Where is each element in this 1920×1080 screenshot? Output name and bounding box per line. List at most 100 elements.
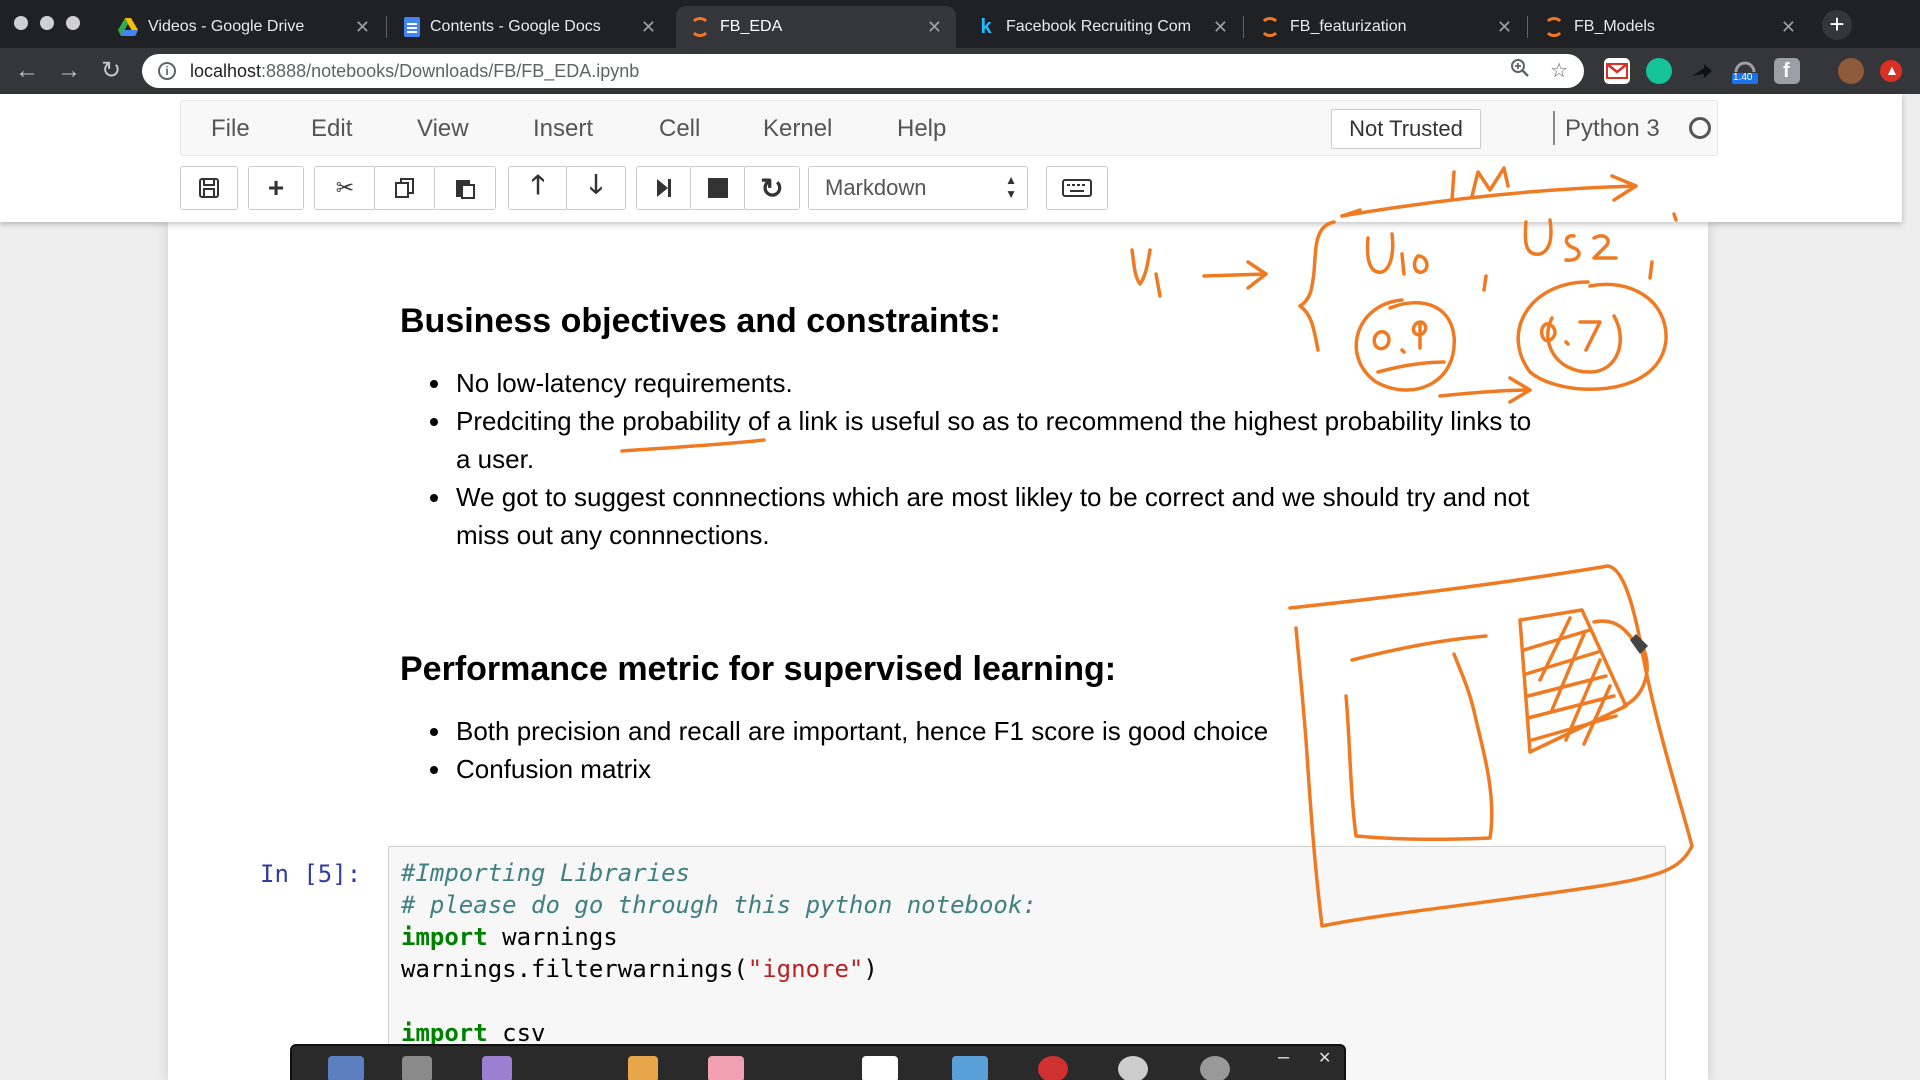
window-minimize-button[interactable] — [40, 16, 54, 30]
minimize-toolbar-icon[interactable]: – — [1278, 1046, 1289, 1069]
google-drive-icon — [118, 18, 138, 36]
window-close-button[interactable] — [14, 16, 28, 30]
code-keyword: import — [401, 1019, 488, 1047]
line-tool-icon[interactable] — [952, 1056, 988, 1080]
jupyter-header: File Edit View Insert Cell Kernel Help N… — [0, 94, 1902, 222]
browser-tab-strip: Videos - Google Drive ✕ Contents - Googl… — [0, 0, 1920, 48]
browser-tab-fb-eda[interactable]: FB_EDA ✕ — [676, 6, 956, 48]
code-comment: #Importing Libraries — [401, 859, 690, 887]
tab-title: FB_featurization — [1290, 18, 1407, 35]
share-extension-icon[interactable] — [1688, 58, 1714, 84]
list-item: Confusion matrix — [429, 750, 1268, 788]
tab-title: Facebook Recruiting Com — [1006, 18, 1191, 35]
move-cell-down-button[interactable]: 🡓 — [566, 166, 626, 210]
menu-kernel[interactable]: Kernel — [763, 115, 832, 143]
run-cell-button[interactable] — [636, 166, 692, 210]
code-module: warnings — [487, 923, 618, 951]
window-maximize-button[interactable] — [66, 16, 80, 30]
color-picker-icon[interactable] — [1038, 1056, 1068, 1080]
save-button[interactable] — [180, 166, 238, 210]
code-keyword: import — [401, 923, 488, 951]
code-string: "ignore" — [747, 955, 864, 983]
menu-insert[interactable]: Insert — [533, 115, 593, 143]
menu-help[interactable]: Help — [897, 115, 946, 143]
url-host: localhost — [190, 60, 262, 81]
list-item: We got to suggest connnections which are… — [429, 478, 1531, 516]
tab-close-icon[interactable]: ✕ — [927, 17, 942, 38]
update-icon[interactable]: ▲ — [1880, 60, 1902, 82]
stop-icon — [708, 178, 728, 198]
cell-type-select[interactable]: Markdown ▲ ▼ — [808, 166, 1028, 210]
arrow-up-icon: 🡑 — [531, 169, 545, 199]
code-comment: # please do go through this python noteb… — [401, 891, 1037, 919]
tab-separator — [1243, 16, 1244, 38]
code-call: warnings.filterwarnings( — [401, 955, 748, 983]
site-info-icon[interactable]: i — [158, 62, 176, 80]
address-bar[interactable]: i localhost :8888/notebooks/Downloads/FB… — [142, 54, 1584, 88]
profile-avatar[interactable] — [1838, 58, 1864, 84]
list-item: Predciting the probability of a link is … — [429, 402, 1531, 440]
arrow-down-icon: 🡓 — [589, 169, 603, 199]
not-trusted-button[interactable]: Not Trusted — [1331, 109, 1481, 149]
eraser-tool-icon[interactable] — [708, 1056, 744, 1080]
screenshot-tool-icon[interactable] — [402, 1056, 432, 1080]
menu-cell[interactable]: Cell — [659, 115, 700, 143]
menu-view[interactable]: View — [417, 115, 469, 143]
kernel-separator — [1553, 111, 1555, 145]
tab-close-icon[interactable]: ✕ — [641, 17, 656, 38]
jupyter-icon — [1544, 17, 1564, 37]
browser-toolbar: ← → ↻ i localhost :8888/notebooks/Downlo… — [0, 48, 1920, 94]
settings-gear-icon[interactable] — [1200, 1056, 1230, 1080]
interrupt-kernel-button[interactable] — [690, 166, 746, 210]
drawing-toolbar: – ✕ — [290, 1044, 1346, 1080]
menu-file[interactable]: File — [211, 115, 250, 143]
new-tab-button[interactable]: + — [1822, 10, 1852, 40]
tab-separator — [386, 16, 387, 38]
tab-close-icon[interactable]: ✕ — [1213, 17, 1228, 38]
step-forward-icon — [657, 179, 671, 197]
paste-button[interactable] — [434, 166, 496, 210]
back-icon[interactable]: ← — [12, 56, 42, 86]
list-item: Both precision and recall are important,… — [429, 712, 1268, 750]
close-toolbar-icon[interactable]: ✕ — [1318, 1048, 1331, 1068]
insert-cell-button[interactable]: + — [248, 166, 304, 210]
copy-button[interactable] — [374, 166, 436, 210]
google-docs-icon — [404, 17, 420, 37]
highlighter-tool-icon[interactable] — [482, 1056, 512, 1080]
zoom-icon[interactable] — [1510, 58, 1530, 84]
reload-icon[interactable]: ↻ — [96, 56, 126, 86]
restart-kernel-button[interactable]: ↻ — [744, 166, 800, 210]
tab-close-icon[interactable]: ✕ — [355, 17, 370, 38]
speed-extension-icon[interactable]: 1.40 — [1730, 58, 1760, 84]
section-title-business: Business objectives and constraints: — [400, 302, 1001, 340]
tab-close-icon[interactable]: ✕ — [1497, 17, 1512, 38]
forward-icon[interactable]: → — [54, 56, 84, 86]
kernel-name: Python 3 — [1565, 115, 1660, 142]
refresh-icon: ↻ — [760, 172, 784, 204]
stroke-width-icon[interactable] — [1118, 1056, 1148, 1080]
bookmark-star-icon[interactable]: ☆ — [1550, 58, 1568, 84]
performance-metric-list: Both precision and recall are important,… — [429, 712, 1268, 788]
whiteboard-tool-icon[interactable] — [862, 1056, 898, 1080]
notebook-page: Business objectives and constraints: No … — [168, 222, 1708, 1080]
command-palette-button[interactable] — [1046, 166, 1108, 210]
cut-button[interactable]: ✂ — [314, 166, 376, 210]
tab-close-icon[interactable]: ✕ — [1781, 17, 1796, 38]
menu-edit[interactable]: Edit — [311, 115, 352, 143]
browser-tab-drive[interactable]: Videos - Google Drive ✕ — [104, 6, 384, 48]
select-tool-icon[interactable] — [328, 1056, 364, 1080]
grammarly-extension-icon[interactable] — [1646, 58, 1672, 84]
facebook-extension-icon[interactable]: f — [1774, 58, 1800, 84]
browser-tab-kaggle[interactable]: k Facebook Recruiting Com ✕ — [962, 6, 1242, 48]
browser-tab-docs[interactable]: Contents - Google Docs ✕ — [390, 6, 670, 48]
gmail-extension-icon[interactable] — [1604, 58, 1630, 84]
browser-tab-fb-models[interactable]: FB_Models ✕ — [1530, 6, 1810, 48]
code-call-close: ) — [863, 955, 878, 983]
browser-tab-fb-featurization[interactable]: FB_featurization ✕ — [1246, 6, 1526, 48]
cell-type-value: Markdown — [825, 175, 927, 200]
move-cell-up-button[interactable]: 🡑 — [508, 166, 568, 210]
plus-icon: + — [267, 172, 285, 203]
pen-tool-icon[interactable] — [628, 1056, 658, 1080]
select-arrows-icon: ▲ ▼ — [1005, 173, 1017, 201]
copy-icon — [395, 178, 414, 198]
